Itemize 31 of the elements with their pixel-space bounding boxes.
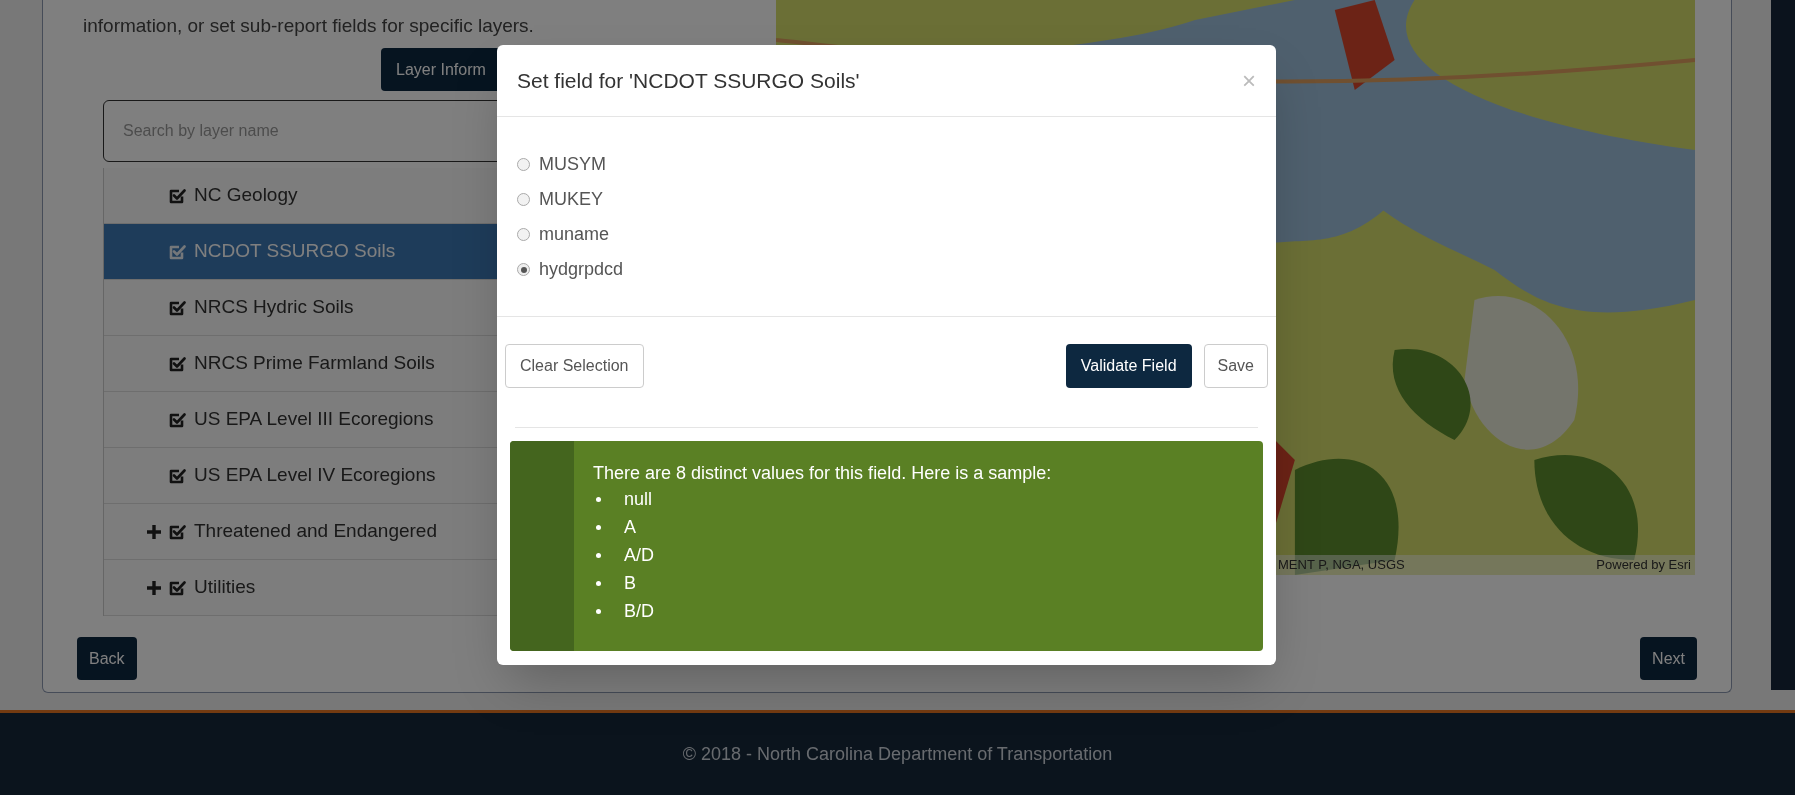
back-button[interactable]: Back [77, 637, 137, 680]
layer-name: Threatened and Endangered [194, 519, 437, 544]
bullet-icon [596, 524, 601, 530]
plus-icon[interactable] [146, 579, 162, 596]
layer-name: US EPA Level IV Ecoregions [194, 463, 436, 488]
layer-name: NCDOT SSURGO Soils [194, 239, 396, 264]
validate-field-button[interactable]: Validate Field [1065, 344, 1192, 388]
radio-icon[interactable] [517, 158, 530, 171]
sample-value: A [624, 515, 636, 539]
layer-name: NRCS Prime Farmland Soils [194, 351, 435, 376]
layer-name: NC Geology [194, 183, 298, 208]
radio-icon[interactable] [517, 228, 530, 241]
plus-icon[interactable] [146, 523, 162, 540]
scrollbar[interactable] [1771, 0, 1795, 690]
bullet-icon [596, 496, 601, 502]
layer-name: US EPA Level III Ecoregions [194, 407, 434, 432]
bullet-icon [596, 552, 601, 558]
sample-value: B [624, 571, 636, 595]
layer-name: NRCS Hydric Soils [194, 295, 354, 320]
next-button[interactable]: Next [1640, 637, 1697, 680]
bullet-icon [596, 608, 601, 614]
clear-selection-button[interactable]: Clear Selection [505, 344, 644, 388]
bullet-icon [596, 580, 601, 586]
copyright-text: © 2018 - North Carolina Department of Transportation [682, 742, 1113, 766]
attribution-text: MENT P, NGA, USGS [1278, 556, 1405, 575]
save-button[interactable]: Save [1203, 344, 1268, 388]
layer-name: Utilities [194, 575, 256, 600]
powered-by-text[interactable]: Powered by Esri [1596, 555, 1691, 575]
radio-icon[interactable] [517, 263, 530, 276]
radio-icon[interactable] [517, 193, 530, 206]
intro-text: information, or set sub-report fields for specific layers. [83, 14, 535, 38]
